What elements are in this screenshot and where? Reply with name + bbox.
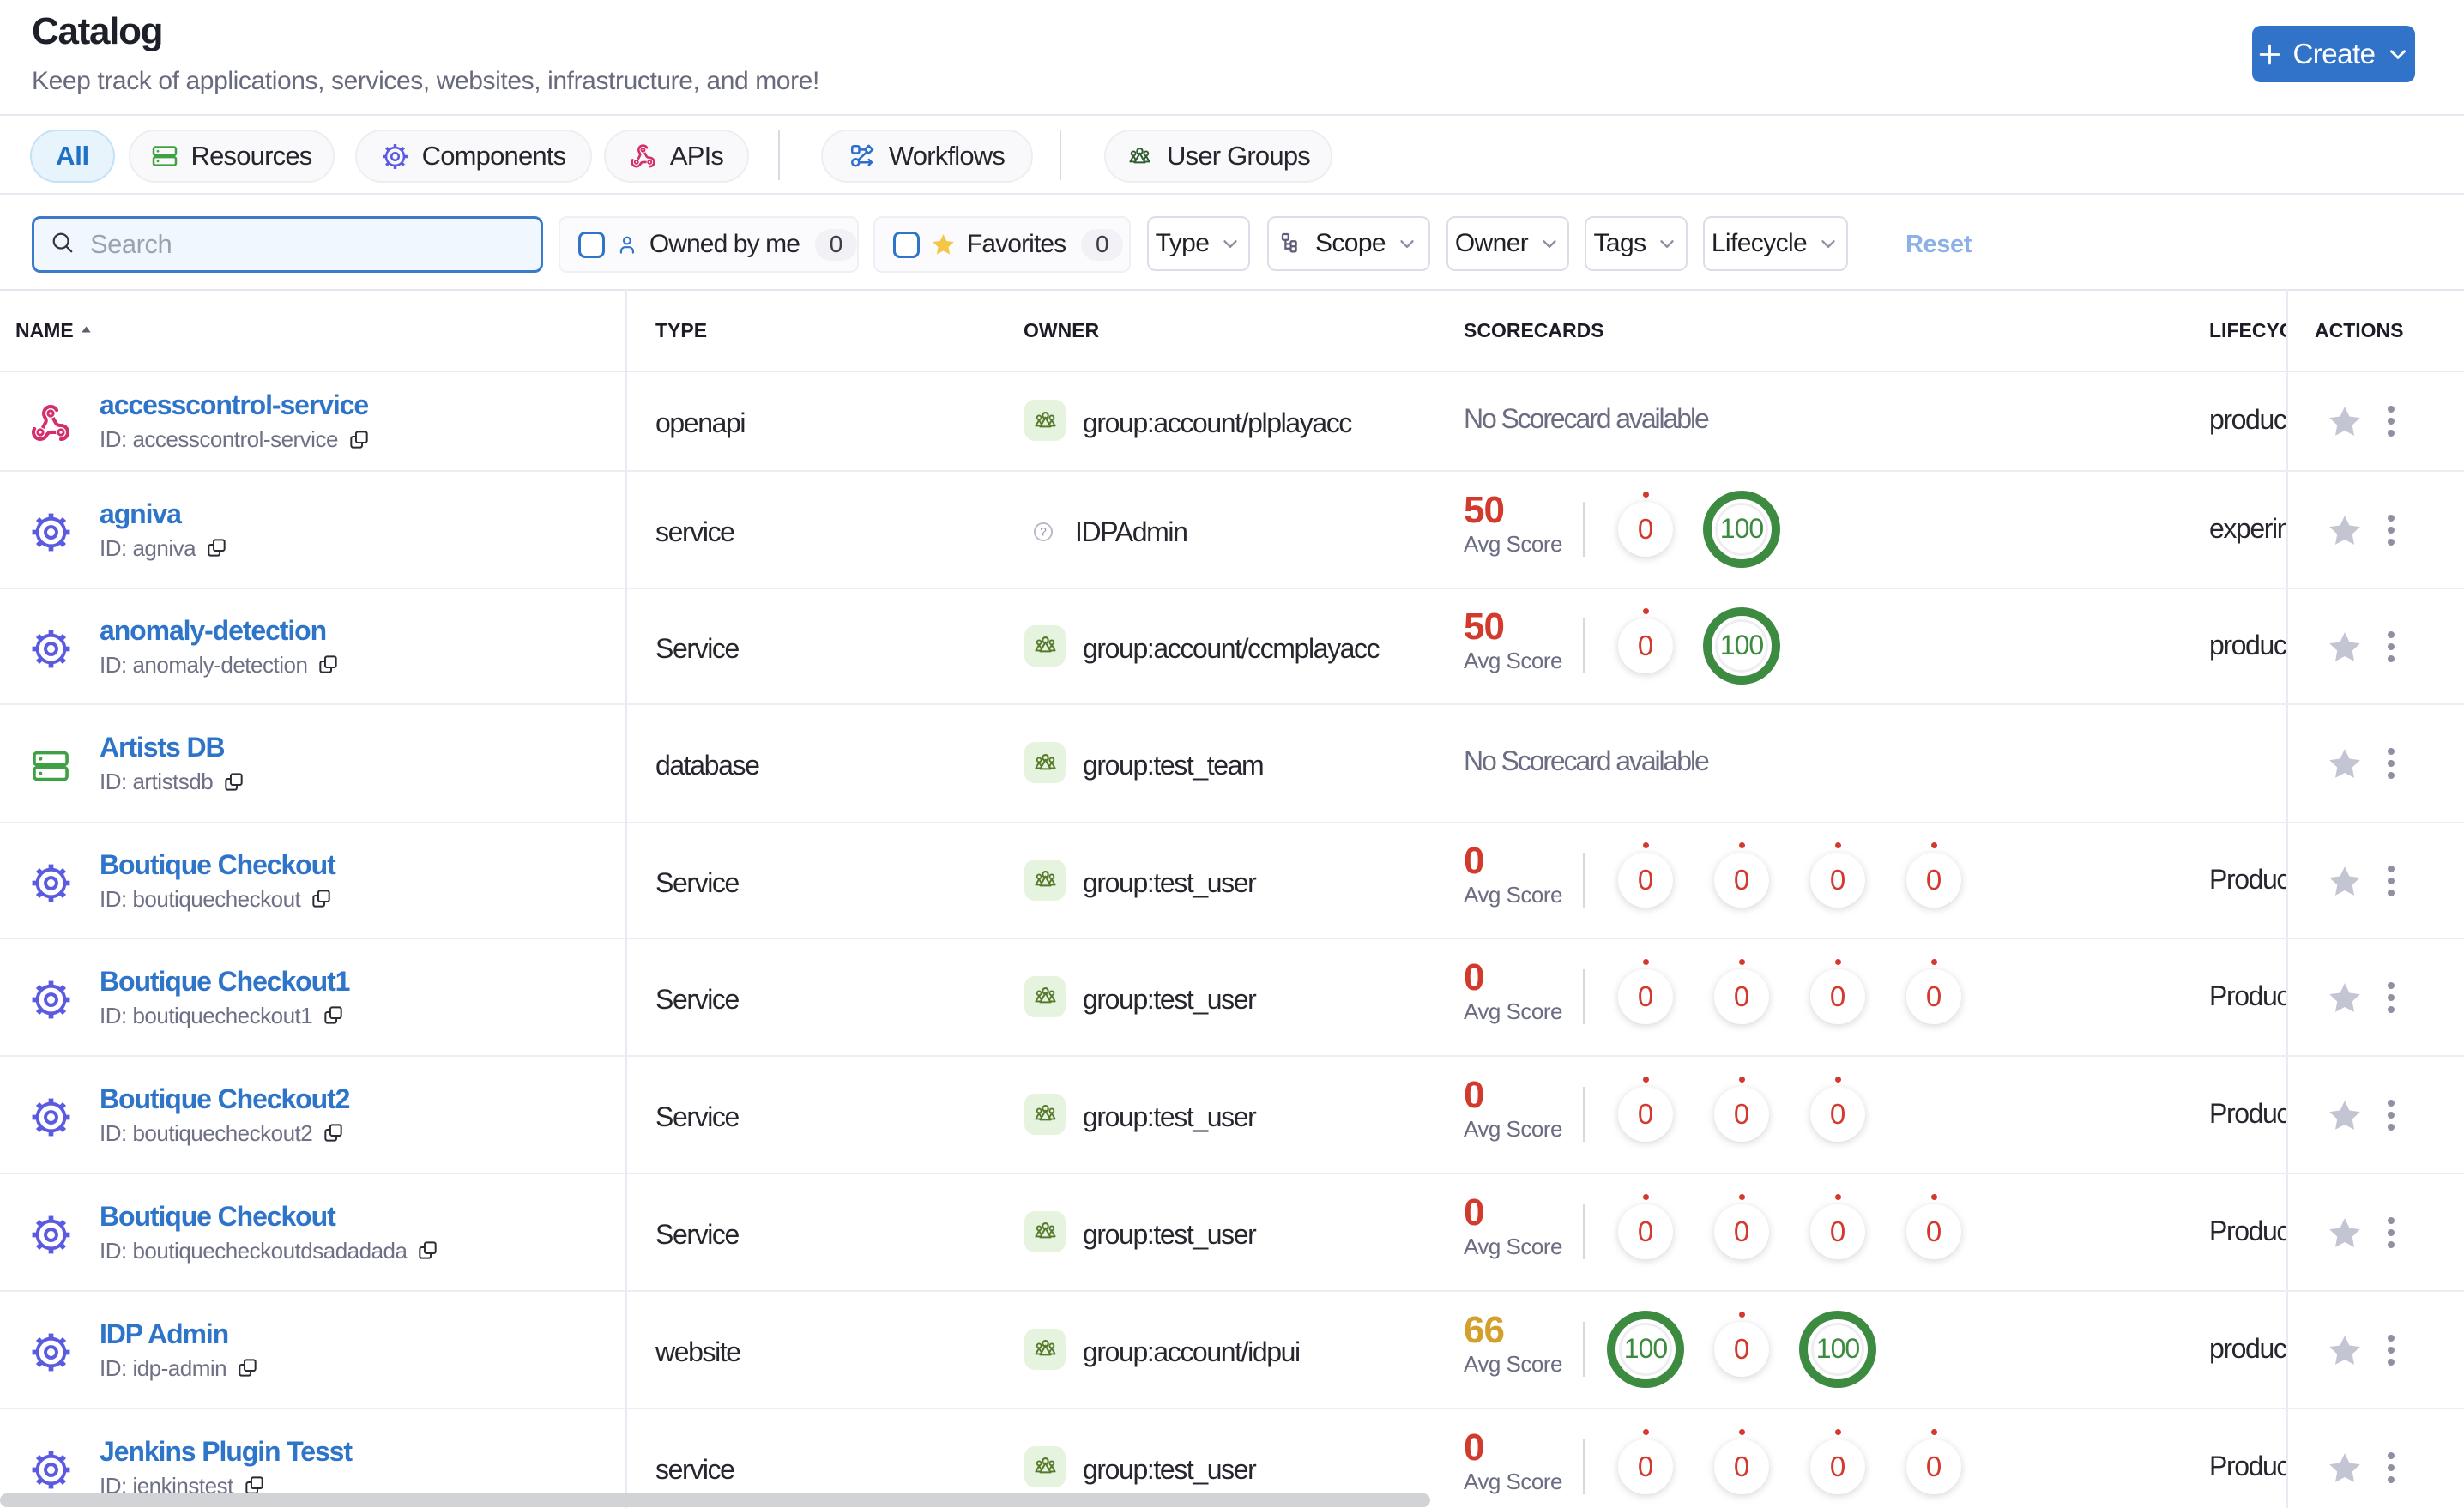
svg-text:?: ?: [1040, 525, 1047, 538]
